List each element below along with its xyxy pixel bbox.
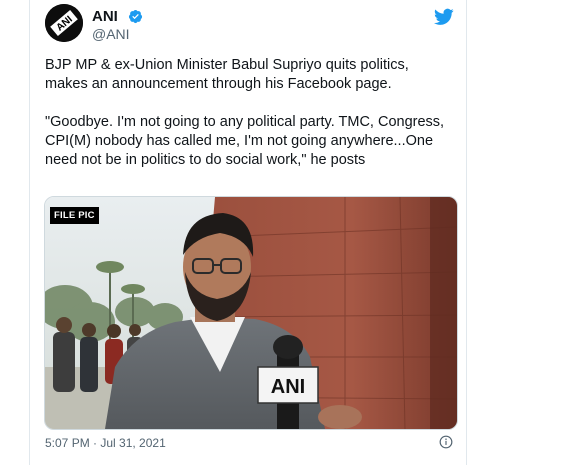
mic-logo-text: ANI [271, 376, 305, 398]
avatar[interactable]: ANI [45, 4, 83, 42]
author-name[interactable]: ANI [92, 8, 118, 25]
tweet-paragraph: "Goodbye. I'm not going to any political… [45, 114, 445, 168]
author-handle[interactable]: @ANI [92, 26, 130, 42]
twitter-bird-icon[interactable] [434, 8, 454, 26]
verified-badge-icon [128, 9, 143, 24]
tweet-photo[interactable]: ANI FILE PIC [44, 196, 458, 430]
photo-scene: ANI [45, 197, 457, 429]
file-pic-badge: FILE PIC [50, 207, 99, 224]
tweet-text: BJP MP & ex-Union Minister Babul Supriyo… [45, 56, 455, 170]
info-circle-icon[interactable] [439, 435, 453, 449]
tweet-paragraph: BJP MP & ex-Union Minister Babul Supriyo… [45, 57, 409, 92]
tweet-card: ANI ANI @ANI BJP MP & ex-Union Minister … [29, 0, 467, 465]
ani-logo-icon: ANI [45, 4, 83, 42]
tweet-timestamp[interactable]: 5:07 PM · Jul 31, 2021 [45, 436, 166, 450]
